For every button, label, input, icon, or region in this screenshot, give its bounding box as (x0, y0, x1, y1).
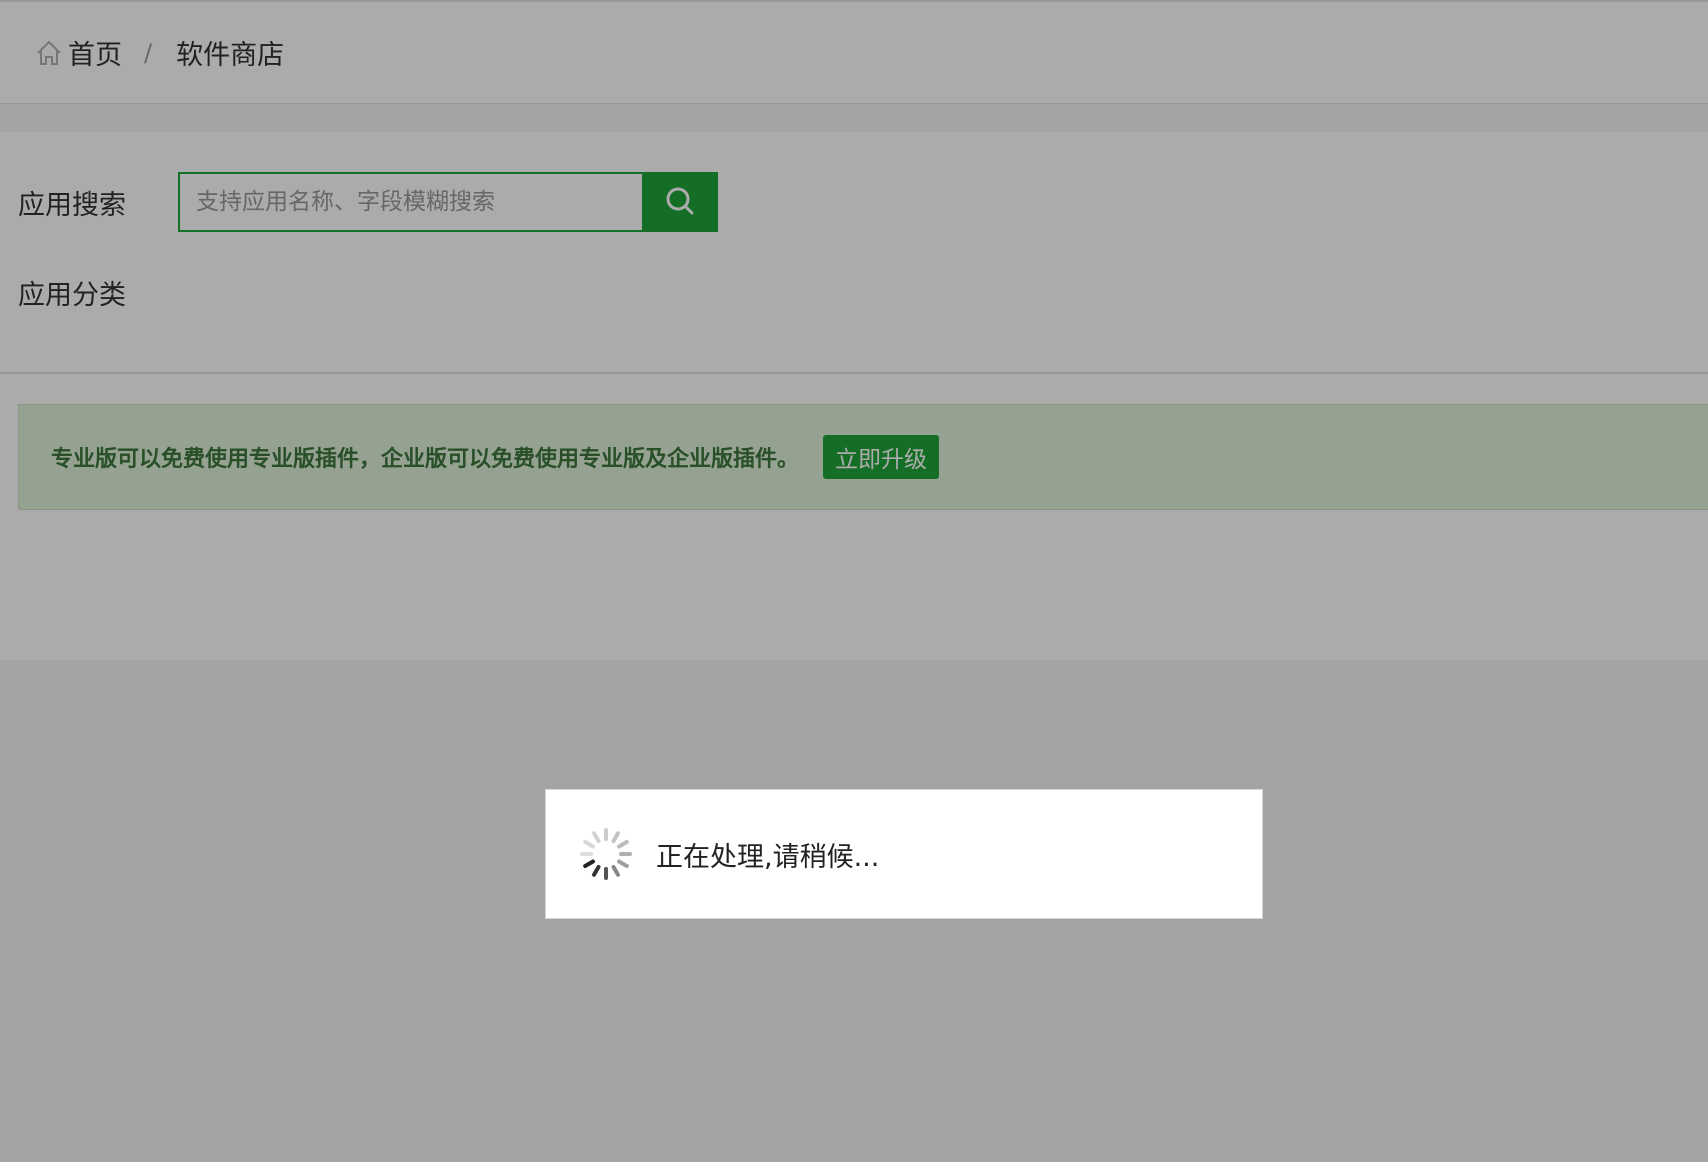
loading-dialog: 正在处理,请稍候... (545, 789, 1263, 919)
loading-text: 正在处理,请稍候... (656, 841, 880, 873)
software-store-page: 首页 / 软件商店 应用搜索 应用分类 (0, 0, 1708, 1162)
modal-overlay: 正在处理,请稍候... (0, 0, 1708, 1162)
spinner-icon (576, 824, 636, 884)
